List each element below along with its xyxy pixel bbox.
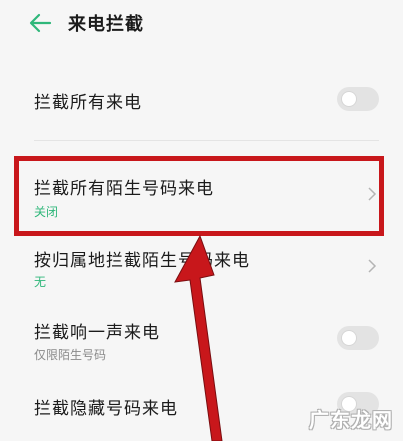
block-one-ring-toggle[interactable]: [337, 326, 379, 350]
setting-label: 按归属地拦截陌生号码来电: [34, 251, 250, 271]
setting-row-block-by-region[interactable]: 按归属地拦截陌生号码来电 无: [0, 240, 403, 298]
highlight-box: [14, 156, 384, 236]
setting-status: 仅限陌生号码: [34, 348, 107, 362]
setting-label: 拦截隐藏号码来电: [34, 399, 178, 419]
setting-label: 拦截响一声来电: [34, 323, 160, 343]
watermark: 广东龙网: [309, 408, 393, 432]
toggle-knob: [341, 91, 357, 107]
setting-row-block-all-calls[interactable]: 拦截所有来电: [0, 76, 403, 124]
setting-row-block-one-ring[interactable]: 拦截响一声来电 仅限陌生号码: [0, 312, 403, 370]
block-all-calls-toggle[interactable]: [337, 87, 379, 111]
setting-label: 拦截所有来电: [34, 93, 142, 113]
page-title: 来电拦截: [68, 14, 144, 35]
app-header: 来电拦截: [0, 0, 403, 50]
arrow-left-icon[interactable]: [28, 12, 52, 34]
toggle-knob: [341, 330, 357, 346]
section-divider: [34, 140, 379, 141]
setting-status: 无: [34, 275, 47, 289]
chevron-right-icon: [368, 259, 377, 273]
